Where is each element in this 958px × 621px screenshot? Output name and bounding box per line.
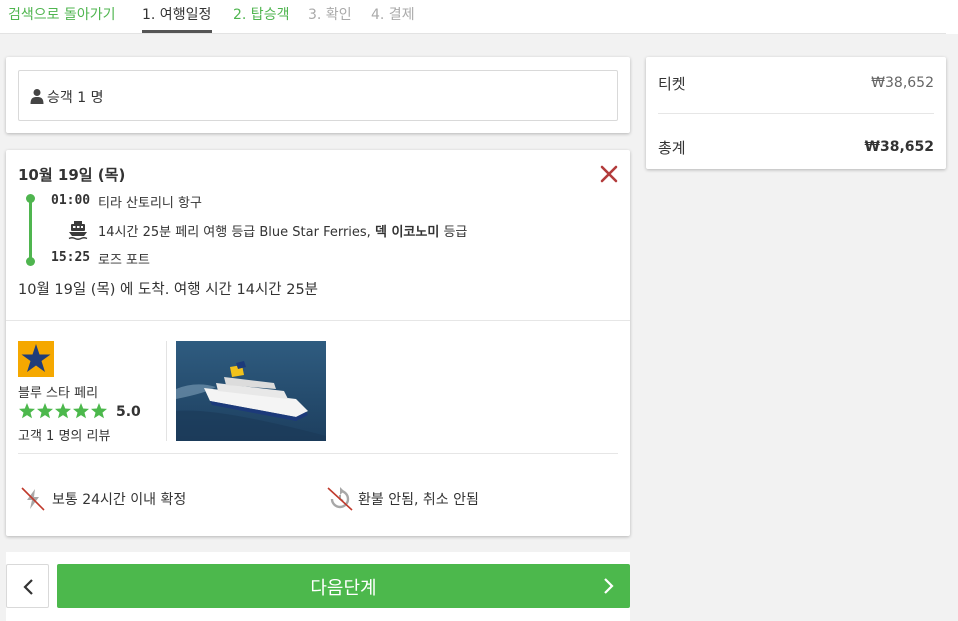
passenger-selector[interactable]: 승객 1 명 (18, 70, 618, 121)
step-passengers[interactable]: 2. 탑승객 (233, 4, 289, 24)
chevron-left-icon (21, 578, 35, 600)
ferry-icon (68, 220, 88, 244)
ticket-label: 티켓 (658, 75, 686, 93)
route-timeline (29, 198, 32, 261)
price-summary-card: 티켓 ₩38,652 총계 ₩38,652 (646, 57, 946, 169)
next-step-label: 다음단계 (310, 578, 377, 599)
step-payment: 4. 결제 (371, 7, 415, 23)
departure-port: 티라 산토리니 항구 (98, 196, 202, 211)
departure-time: 01:00 (51, 193, 91, 208)
arrival-summary: 10월 19일 (목) 에 도착. 여행 시간 14시간 25분 (18, 282, 319, 298)
person-icon (29, 88, 45, 108)
divider (18, 453, 618, 454)
arrival-time: 15:25 (51, 250, 91, 265)
step-navigation: 검색으로 돌아가기 1. 여행일정 2. 탑승객 3. 확인 4. 결제 (0, 0, 958, 34)
ticket-amount: ₩38,652 (871, 75, 934, 91)
arrival-dot (26, 257, 35, 266)
total-amount: ₩38,652 (864, 139, 934, 155)
departure-dot (26, 194, 35, 203)
passenger-count: 승객 1 명 (47, 90, 104, 106)
vertical-divider (166, 341, 167, 441)
total-label: 총계 (658, 139, 686, 157)
step-confirm: 3. 확인 (308, 7, 352, 23)
trip-date: 10월 19일 (목) (18, 166, 126, 184)
step-itinerary[interactable]: 1. 여행일정 (142, 4, 211, 24)
operator-logo (18, 341, 54, 377)
ferry-photo (176, 341, 326, 441)
divider (658, 113, 934, 114)
rating-stars (18, 402, 108, 424)
close-icon[interactable] (600, 165, 618, 183)
no-refund-icon (326, 486, 354, 516)
operator-name: 블루 스타 페리 (18, 386, 99, 401)
leg-description: 14시간 25분 페리 여행 등급 Blue Star Ferries, 덱 이… (98, 225, 468, 240)
previous-button[interactable] (6, 564, 49, 608)
ticket-row: 티켓 ₩38,652 (658, 73, 934, 94)
review-count[interactable]: 고객 1 명의 리뷰 (18, 425, 110, 444)
divider (6, 320, 630, 321)
refund-policy: 환불 안됨, 취소 안됨 (358, 492, 479, 508)
seat-class: 덱 이코노미 (374, 225, 440, 240)
total-row: 총계 ₩38,652 (658, 137, 934, 158)
passenger-card: 승객 1 명 (6, 57, 630, 133)
chevron-right-icon (602, 577, 616, 599)
arrival-port: 로즈 포트 (98, 253, 150, 268)
no-instant-confirm-icon (20, 486, 46, 516)
rating-value: 5.0 (116, 404, 141, 420)
confirmation-info: 보통 24시간 이내 확정 (52, 492, 187, 508)
nav-divider (0, 33, 946, 34)
trip-card: 10월 19일 (목) 01:00 티라 산토리니 항구 14시간 25분 페리… (6, 150, 630, 536)
next-step-button[interactable]: 다음단계 (57, 564, 630, 608)
back-to-search-link[interactable]: 검색으로 돌아가기 (8, 4, 116, 24)
